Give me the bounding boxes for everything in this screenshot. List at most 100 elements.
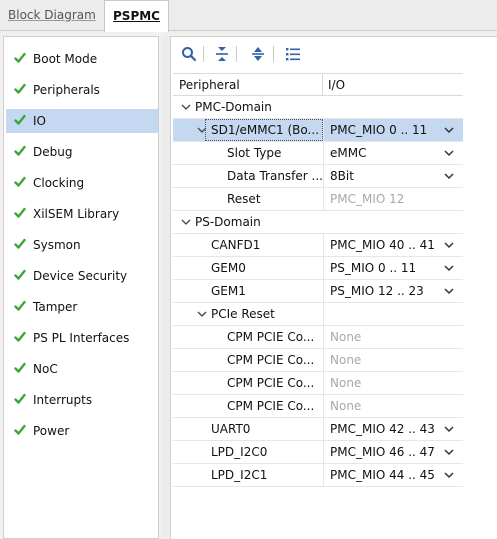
table-row[interactable]: Reset PMC_MIO 12	[173, 188, 463, 211]
sidebar-item-tamper[interactable]: Tamper	[6, 295, 158, 319]
table-row[interactable]: SD1/eMMC1 (Bo... PMC_MIO 0 .. 11	[173, 119, 463, 142]
sidebar-item-peripherals[interactable]: Peripherals	[6, 78, 158, 102]
sidebar-item-label: Boot Mode	[33, 52, 98, 66]
table-row[interactable]: CANFD1 PMC_MIO 40 .. 41	[173, 234, 463, 257]
chevron-down-icon[interactable]	[444, 265, 454, 272]
io-select[interactable]: PMC_MIO 42 .. 43	[323, 418, 463, 440]
io-select[interactable]: PS_MIO 0 .. 11	[323, 257, 463, 279]
checkmark-icon	[14, 176, 26, 188]
sidebar-item-label: PS PL Interfaces	[33, 331, 130, 345]
table-row[interactable]: UART0 PMC_MIO 42 .. 43	[173, 418, 463, 441]
sidebar-item-label: XilSEM Library	[33, 207, 120, 221]
chevron-down-icon[interactable]	[444, 242, 454, 249]
chevron-down-icon[interactable]	[444, 288, 454, 295]
io-value-text: PMC_MIO 40 .. 41	[330, 238, 435, 252]
chevron-down-icon[interactable]	[444, 173, 454, 180]
chevron-down-icon[interactable]	[444, 426, 454, 433]
table-row[interactable]: GEM0 PS_MIO 0 .. 11	[173, 257, 463, 280]
checkmark-icon	[14, 145, 26, 157]
sidebar-item-power[interactable]: Power	[6, 419, 158, 443]
sidebar-item-label: Debug	[33, 145, 73, 159]
io-select[interactable]: 8Bit	[323, 165, 463, 187]
checkmark-icon	[14, 424, 26, 436]
io-select[interactable]: PS_MIO 12 .. 23	[323, 280, 463, 302]
checkmark-icon	[14, 269, 26, 281]
peripheral-name: CPM PCIE Co...	[227, 353, 315, 367]
peripheral-cell: Slot Type	[173, 142, 322, 164]
table-row[interactable]: PCIe Reset	[173, 303, 463, 326]
table-row[interactable]: Data Transfer ... 8Bit	[173, 165, 463, 188]
chevron-down-icon[interactable]	[181, 96, 191, 118]
sidebar-item-clocking[interactable]: Clocking	[6, 171, 158, 195]
toolbar-separator	[203, 46, 204, 62]
sidebar-item-io[interactable]: IO	[6, 109, 158, 133]
peripheral-name: PCIe Reset	[211, 307, 275, 321]
peripheral-name: CPM PCIE Co...	[227, 399, 315, 413]
column-header-io[interactable]: I/O	[328, 74, 345, 97]
sidebar-item-label: Power	[33, 424, 70, 438]
toolbar-separator	[273, 46, 274, 62]
io-value-text: eMMC	[330, 146, 367, 160]
table-row[interactable]: CPM PCIE Co... None	[173, 326, 463, 349]
peripheral-cell: GEM0	[173, 257, 322, 279]
expand-all-icon[interactable]	[249, 45, 267, 63]
table-row[interactable]: CPM PCIE Co... None	[173, 395, 463, 418]
sidebar-item-xilsem-library[interactable]: XilSEM Library	[6, 202, 158, 226]
peripheral-cell: CPM PCIE Co...	[173, 326, 322, 348]
io-select[interactable]: PMC_MIO 46 .. 47	[323, 441, 463, 463]
chevron-down-icon[interactable]	[181, 211, 191, 233]
io-value-text: PMC_MIO 12	[330, 192, 405, 206]
editor-tab-bar: Block Diagram PSPMC	[0, 0, 497, 32]
column-header-peripheral[interactable]: Peripheral	[179, 74, 240, 97]
sidebar-item-label: Sysmon	[33, 238, 81, 252]
sidebar-item-device-security[interactable]: Device Security	[6, 264, 158, 288]
io-value	[323, 211, 463, 233]
chevron-down-icon[interactable]	[444, 472, 454, 479]
table-row[interactable]: CPM PCIE Co... None	[173, 372, 463, 395]
column-divider[interactable]	[322, 74, 323, 96]
tab-block-diagram[interactable]: Block Diagram	[0, 0, 104, 31]
sidebar-item-ps-pl-interfaces[interactable]: PS PL Interfaces	[6, 326, 158, 350]
peripheral-cell: Data Transfer ...	[173, 165, 322, 187]
checkmark-icon	[14, 362, 26, 374]
table-row[interactable]: Slot Type eMMC	[173, 142, 463, 165]
chevron-down-icon[interactable]	[444, 150, 454, 157]
io-value-text: PMC_MIO 0 .. 11	[330, 123, 428, 137]
sidebar-item-boot-mode[interactable]: Boot Mode	[6, 47, 158, 71]
table-row[interactable]: LPD_I2C1 PMC_MIO 44 .. 45	[173, 464, 463, 487]
chevron-down-icon[interactable]	[444, 449, 454, 456]
sidebar-item-label: Tamper	[33, 300, 78, 314]
tab-pspmc[interactable]: PSPMC	[104, 0, 169, 32]
peripheral-cell: CPM PCIE Co...	[173, 372, 322, 394]
sidebar-item-sysmon[interactable]: Sysmon	[6, 233, 158, 257]
chevron-down-icon[interactable]	[197, 303, 207, 325]
sidebar-item-debug[interactable]: Debug	[6, 140, 158, 164]
checkmark-icon	[14, 238, 26, 250]
io-value-text: 8Bit	[330, 169, 354, 183]
peripheral-name: UART0	[211, 422, 251, 436]
splitter-handle[interactable]	[162, 36, 170, 539]
io-value-text: None	[330, 376, 362, 390]
io-select[interactable]: PMC_MIO 0 .. 11	[323, 119, 463, 141]
collapse-all-icon[interactable]	[213, 45, 231, 63]
table-row[interactable]: PMC-Domain	[173, 96, 463, 119]
table-row[interactable]: PS-Domain	[173, 211, 463, 234]
tab-pspmc-label: PSPMC	[113, 9, 160, 23]
io-value-text: PS_MIO 12 .. 23	[330, 284, 424, 298]
io-select[interactable]: PMC_MIO 44 .. 45	[323, 464, 463, 486]
list-icon[interactable]	[284, 45, 302, 63]
search-icon[interactable]	[180, 45, 198, 63]
chevron-down-icon[interactable]	[444, 127, 454, 134]
peripheral-cell: GEM1	[173, 280, 322, 302]
io-select[interactable]: eMMC	[323, 142, 463, 164]
table-row[interactable]: GEM1 PS_MIO 12 .. 23	[173, 280, 463, 303]
sidebar-item-interrupts[interactable]: Interrupts	[6, 388, 158, 412]
sidebar-item-label: Device Security	[33, 269, 128, 283]
sidebar-item-noc[interactable]: NoC	[6, 357, 158, 381]
table-row[interactable]: CPM PCIE Co... None	[173, 349, 463, 372]
peripheral-cell: LPD_I2C0	[173, 441, 322, 463]
io-select[interactable]: PMC_MIO 40 .. 41	[323, 234, 463, 256]
checkmark-icon	[14, 52, 26, 64]
table-row[interactable]: LPD_I2C0 PMC_MIO 46 .. 47	[173, 441, 463, 464]
peripheral-name: LPD_I2C1	[211, 468, 268, 482]
